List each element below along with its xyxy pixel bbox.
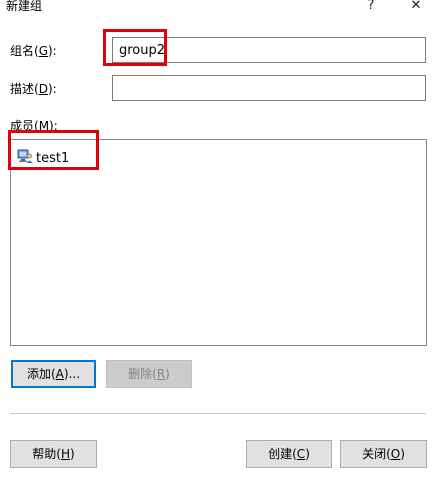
user-icon	[17, 148, 33, 169]
members-label: 成员(M):	[10, 119, 58, 133]
members-list[interactable]: test1	[10, 139, 427, 346]
member-name: test1	[36, 150, 70, 166]
close-icon[interactable]: ✕	[401, 0, 431, 15]
help-icon[interactable]: ?	[356, 0, 386, 15]
group-name-label: 组名(G):	[10, 44, 57, 58]
description-input[interactable]	[112, 75, 426, 101]
remove-button[interactable]: 删除(R)	[106, 360, 192, 388]
close-button[interactable]: 关闭(O)	[340, 440, 427, 468]
group-name-input[interactable]	[112, 37, 426, 63]
description-label: 描述(D):	[10, 82, 57, 96]
add-button[interactable]: 添加(A)...	[11, 360, 96, 388]
separator	[10, 413, 426, 414]
window-title: 新建组	[6, 0, 43, 13]
create-button[interactable]: 创建(C)	[246, 440, 332, 468]
list-item[interactable]: test1	[17, 148, 69, 169]
help-button[interactable]: 帮助(H)	[10, 440, 97, 468]
